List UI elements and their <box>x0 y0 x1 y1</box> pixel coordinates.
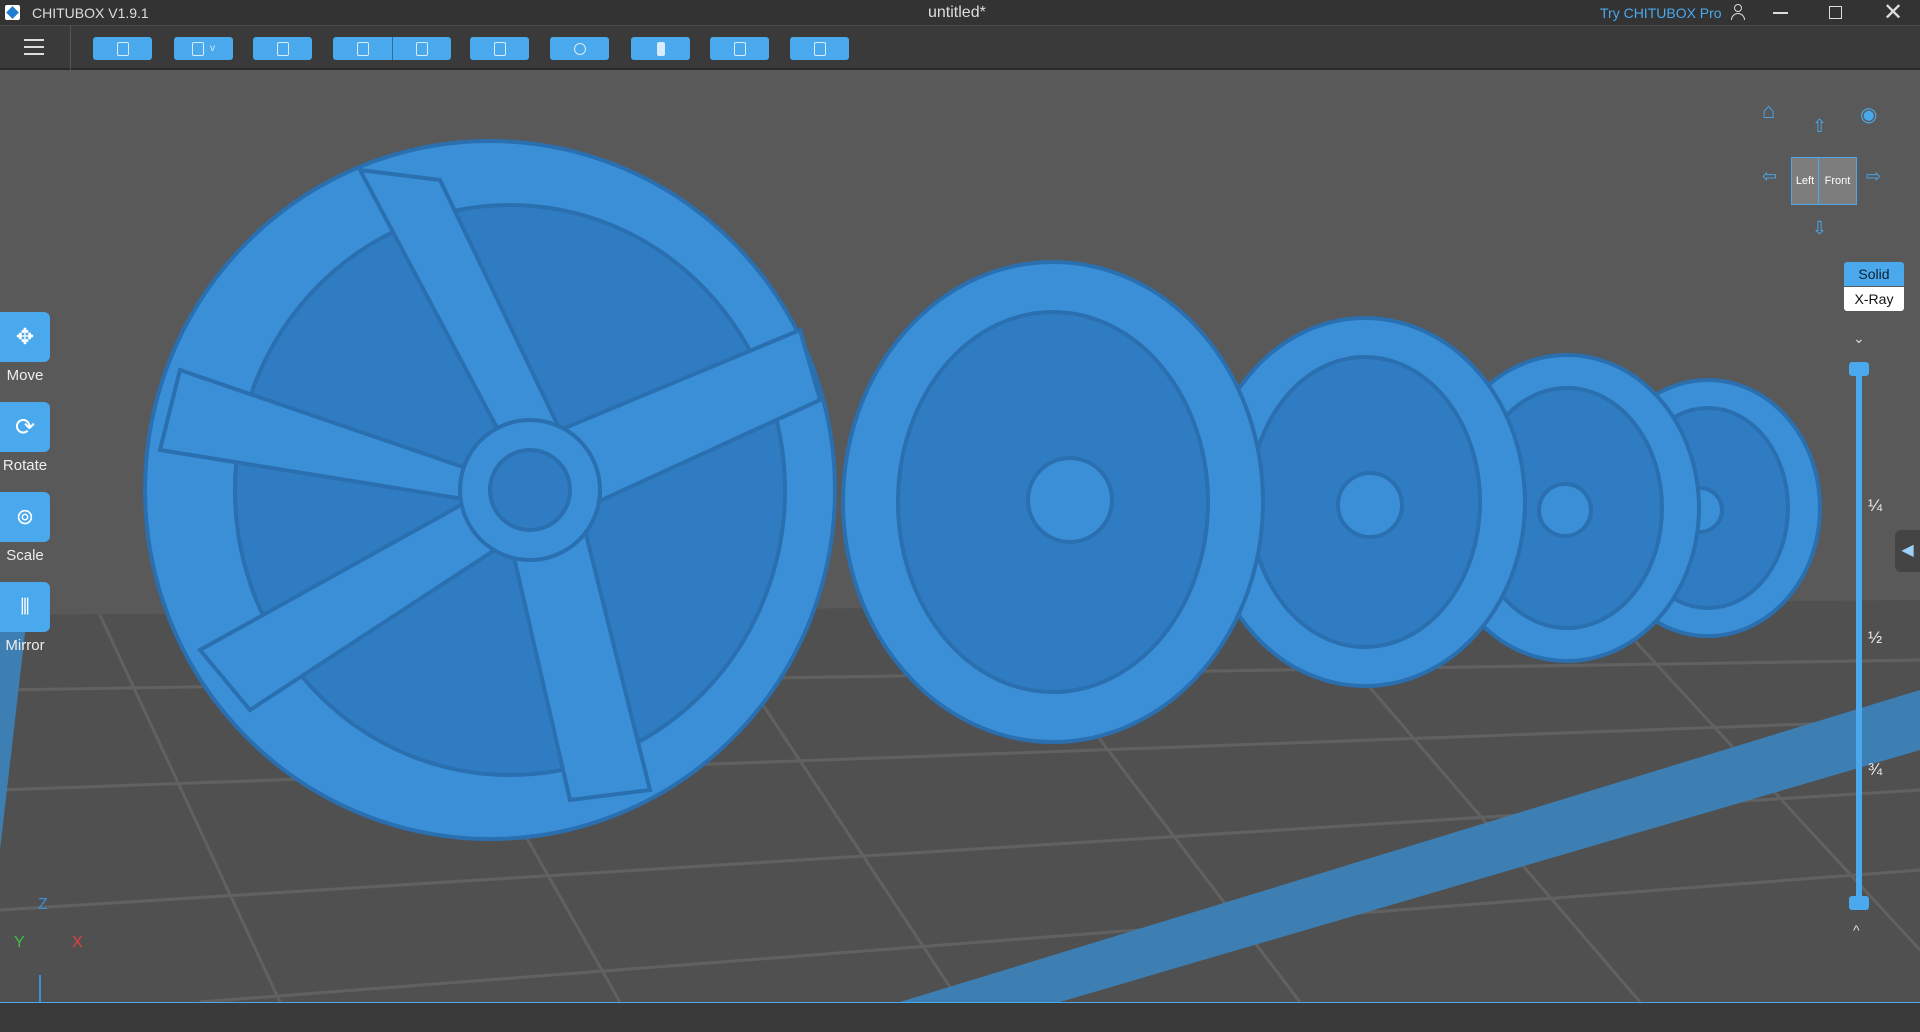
support-button[interactable] <box>550 37 609 60</box>
print-button[interactable] <box>631 37 690 60</box>
axis-x-label: X <box>72 934 83 951</box>
crop-icon <box>276 41 289 56</box>
view-right-arrow-icon[interactable]: ⇨ <box>1866 166 1881 187</box>
rotate-tool-button[interactable]: ⟳ <box>0 402 50 452</box>
close-button[interactable]: ✕ <box>1883 0 1903 27</box>
rotate-label: Rotate <box>2 457 48 474</box>
undo-button[interactable] <box>333 37 392 60</box>
collapse-left-arrow-icon: ◀ <box>1901 542 1914 559</box>
rotate-icon: ⟳ <box>14 413 36 441</box>
list-button[interactable] <box>470 37 529 60</box>
slider-down-chevron-icon[interactable]: ⌄ <box>1853 330 1865 347</box>
3d-viewport[interactable]: Z X Y <box>0 70 1920 1002</box>
save-button[interactable]: v <box>174 37 233 60</box>
view-down-arrow-icon[interactable]: ⇩ <box>1812 218 1827 239</box>
mirror-icon: ⫴ <box>20 594 30 619</box>
axis-z-label: Z <box>38 896 48 913</box>
view-cube[interactable]: Left Front <box>1791 157 1857 205</box>
chevron-down-icon: v <box>210 43 215 54</box>
axis-y-label: Y <box>14 934 25 951</box>
slider-mark-three-quarter: ¾ <box>1868 760 1883 779</box>
wheel-2 <box>841 260 1265 744</box>
export-icon <box>813 41 826 56</box>
move-label: Move <box>6 367 44 384</box>
title-bar: CHITUBOX V1.9.1 untitled* Try CHITUBOX P… <box>0 0 1920 26</box>
app-title: CHITUBOX V1.9.1 <box>32 5 149 21</box>
redo-button[interactable] <box>392 37 451 60</box>
view-up-arrow-icon[interactable]: ⇧ <box>1812 116 1827 137</box>
toolbar: v <box>0 26 1920 70</box>
list-icon <box>493 41 506 56</box>
view-cube-front[interactable]: Front <box>1819 158 1856 204</box>
bottle-icon <box>656 41 665 56</box>
mirror-label: Mirror <box>5 637 45 654</box>
slice-icon <box>733 41 746 56</box>
restore-button[interactable] <box>1829 6 1842 19</box>
layer-slider-bottom-handle[interactable] <box>1849 896 1869 910</box>
slider-mark-half: ½ <box>1868 628 1883 647</box>
wheel-1 <box>143 139 837 841</box>
minimize-button[interactable] <box>1773 12 1788 14</box>
slice-button[interactable] <box>710 37 769 60</box>
crop-button[interactable] <box>253 37 312 60</box>
user-icon[interactable] <box>1731 4 1745 20</box>
view-left-arrow-icon[interactable]: ⇦ <box>1762 166 1777 187</box>
slider-up-chevron-icon[interactable]: ^ <box>1853 922 1860 938</box>
mirror-tool-button[interactable]: ⫴ <box>0 582 50 632</box>
solid-mode-button[interactable]: Solid <box>1844 262 1904 286</box>
layer-slider-top-handle[interactable] <box>1849 362 1869 376</box>
scene[interactable] <box>0 70 1920 1002</box>
layer-slider-track[interactable] <box>1856 368 1862 906</box>
side-panel-toggle[interactable]: ◀ <box>1895 530 1920 572</box>
status-bar <box>0 1002 1920 1032</box>
export-button[interactable] <box>790 37 849 60</box>
try-pro-link[interactable]: Try CHITUBOX Pro <box>1600 5 1722 21</box>
undo-icon <box>356 41 369 56</box>
support-icon <box>573 42 586 55</box>
move-tool-button[interactable]: ✥ <box>0 312 50 362</box>
save-icon <box>192 41 204 56</box>
scale-icon: ⊚ <box>15 504 35 529</box>
eye-icon[interactable]: ◉ <box>1860 102 1877 127</box>
app-logo-icon <box>5 5 20 20</box>
move-icon: ✥ <box>15 324 35 349</box>
scale-tool-button[interactable]: ⊚ <box>0 492 50 542</box>
view-cube-left[interactable]: Left <box>1792 158 1819 204</box>
home-view-icon[interactable]: ⌂ <box>1762 98 1775 124</box>
folder-icon <box>116 41 129 56</box>
redo-icon <box>416 41 428 56</box>
xray-mode-button[interactable]: X-Ray <box>1844 287 1904 311</box>
slider-mark-quarter: ¼ <box>1868 496 1883 515</box>
document-title: untitled* <box>928 4 986 21</box>
menu-icon[interactable] <box>24 39 44 55</box>
scale-label: Scale <box>6 547 44 564</box>
open-file-button[interactable] <box>93 37 152 60</box>
toolbar-divider <box>70 26 71 70</box>
